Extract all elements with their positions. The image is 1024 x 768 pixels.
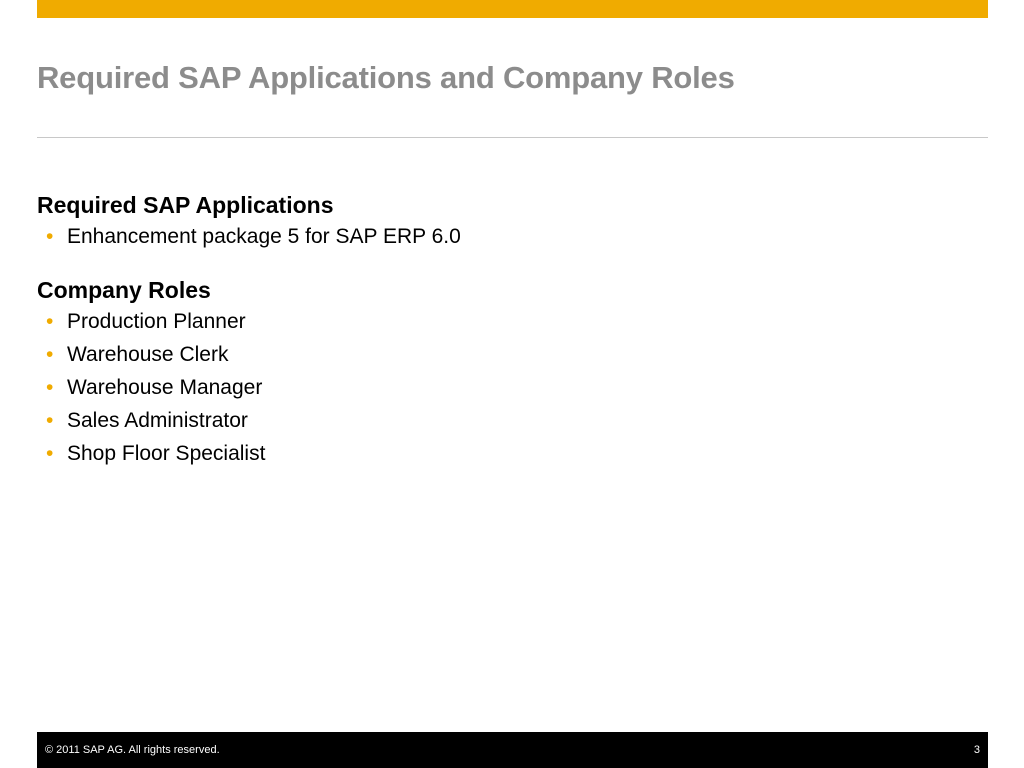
list-item: • Shop Floor Specialist — [37, 437, 977, 470]
bullet-icon: • — [46, 225, 54, 248]
footer-bar: © 2011 SAP AG. All rights reserved. 3 — [37, 732, 988, 768]
section-company-roles: Company Roles • Production Planner • War… — [37, 275, 977, 470]
bullet-icon: • — [46, 310, 54, 333]
slide-content: Required SAP Applications • Enhancement … — [37, 190, 977, 470]
list-item-label: Enhancement package 5 for SAP ERP 6.0 — [67, 225, 461, 248]
roles-list: • Production Planner • Warehouse Clerk •… — [37, 305, 977, 470]
page-number: 3 — [973, 744, 980, 756]
bullet-icon: • — [46, 343, 54, 366]
section-heading-apps: Required SAP Applications — [37, 192, 334, 218]
copyright-notice: © 2011 SAP AG. All rights reserved. — [45, 744, 220, 756]
list-item-label: Shop Floor Specialist — [67, 442, 266, 465]
list-item-label: Production Planner — [67, 310, 246, 333]
list-item: • Production Planner — [37, 305, 977, 338]
section-required-apps: Required SAP Applications • Enhancement … — [37, 190, 977, 253]
bullet-icon: • — [46, 376, 54, 399]
list-item: • Sales Administrator — [37, 404, 977, 437]
list-item: • Enhancement package 5 for SAP ERP 6.0 — [37, 220, 977, 253]
top-accent-bar — [37, 0, 988, 18]
apps-list: • Enhancement package 5 for SAP ERP 6.0 — [37, 220, 977, 253]
list-item-label: Warehouse Clerk — [67, 343, 229, 366]
slide-title: Required SAP Applications and Company Ro… — [37, 60, 735, 95]
list-item-label: Warehouse Manager — [67, 376, 263, 399]
title-divider — [37, 137, 988, 138]
list-item: • Warehouse Manager — [37, 371, 977, 404]
list-item-label: Sales Administrator — [67, 409, 248, 432]
bullet-icon: • — [46, 409, 54, 432]
bullet-icon: • — [46, 442, 54, 465]
section-heading-roles: Company Roles — [37, 277, 211, 303]
list-item: • Warehouse Clerk — [37, 338, 977, 371]
